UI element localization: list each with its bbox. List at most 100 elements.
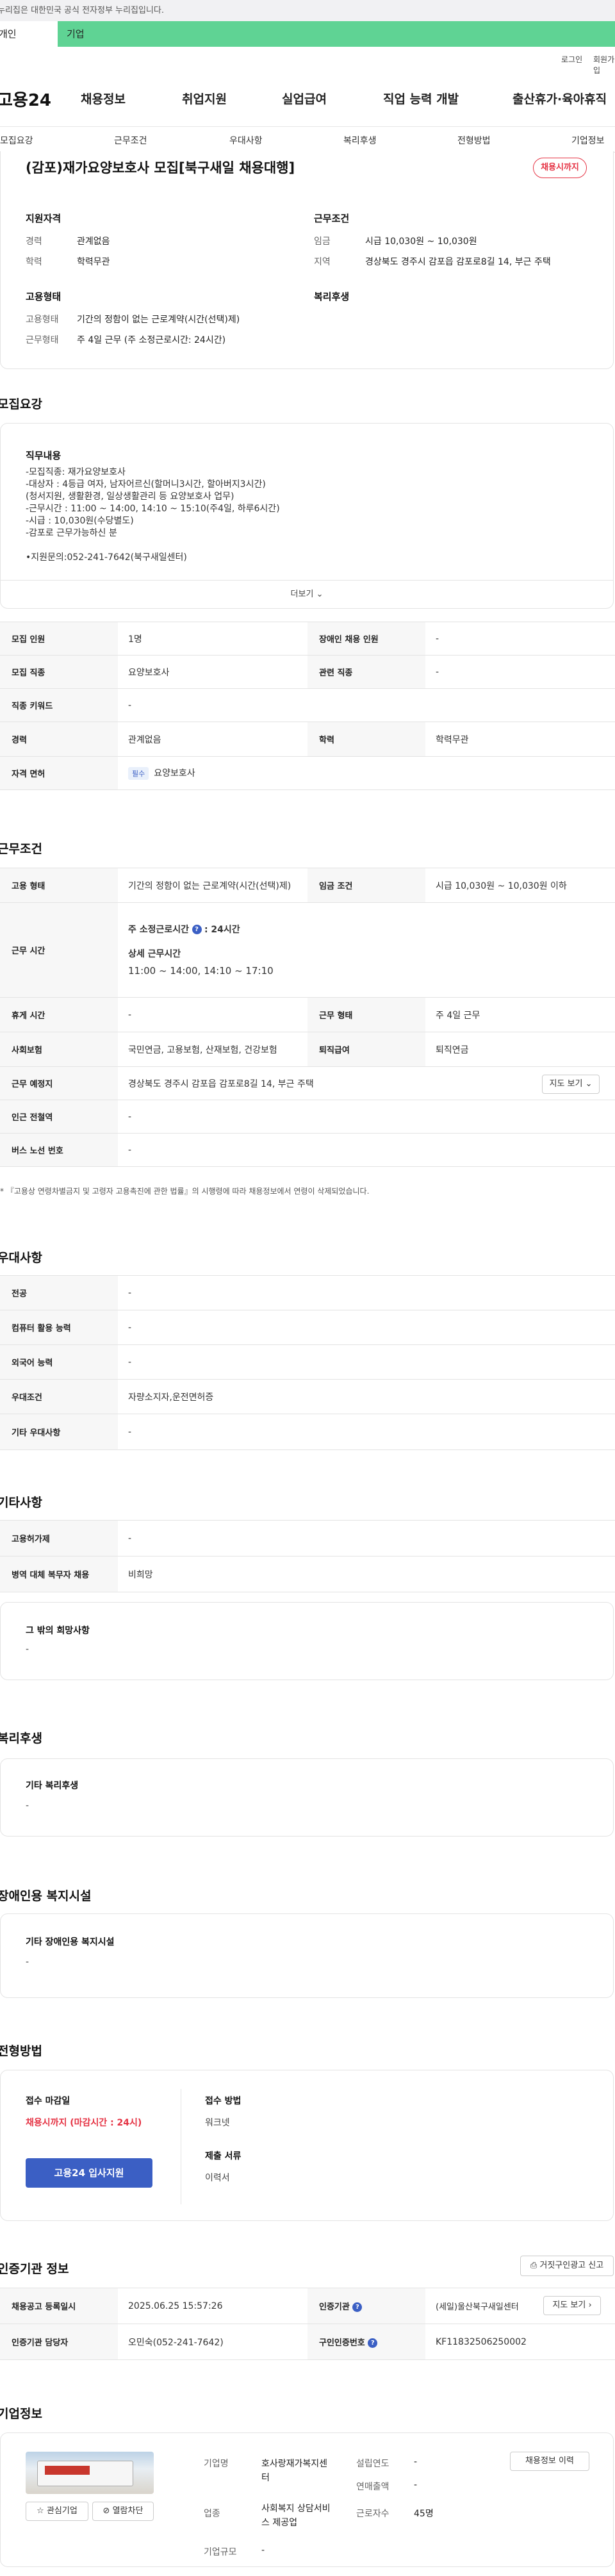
welfare-box-value: - bbox=[26, 1801, 29, 1811]
num-key-label: 구인인증번호 bbox=[319, 2338, 365, 2348]
deadline-heading: 접수 마감일 bbox=[26, 2096, 70, 2106]
section-title-welfare: 복리후생 bbox=[0, 1731, 42, 1746]
gnb-unemployment-benefit[interactable]: 실업급여 bbox=[282, 90, 327, 107]
chevron-right-icon: › bbox=[588, 2300, 592, 2310]
org-cell: (세일)울산북구새일센터 지도 보기 › bbox=[425, 2288, 615, 2324]
org-map-button[interactable]: 지도 보기 › bbox=[543, 2296, 601, 2315]
cell-key: 휴게 시간 bbox=[0, 997, 118, 1032]
cell-value: 자량소지자,운전면허증 bbox=[118, 1379, 615, 1414]
cell-value: - bbox=[118, 1414, 615, 1450]
welfare-box-heading: 기타 복리후생 bbox=[26, 1781, 79, 1791]
info-icon[interactable]: ? bbox=[192, 925, 202, 934]
cell-key: 인근 전철역 bbox=[0, 1100, 118, 1134]
section-title-cert: 인증기관 정보 bbox=[0, 2262, 69, 2276]
map-button[interactable]: 지도 보기 ⌄ bbox=[542, 1075, 600, 1094]
section-title-etc: 기타사항 bbox=[0, 1496, 42, 1510]
table-row: 모집 직종 요양보호사 관련 직종 - bbox=[0, 655, 615, 689]
anchor-process[interactable]: 전형방법 bbox=[457, 134, 491, 147]
gnb-parental-leave[interactable]: 출산휴가·육아휴직 bbox=[512, 90, 607, 107]
other-wish-heading: 그 밖의 희망사항 bbox=[26, 1626, 90, 1636]
emp-heading: 고용형태 bbox=[26, 291, 62, 302]
tab-company[interactable]: 기업 bbox=[58, 21, 186, 47]
map-button-label: 지도 보기 bbox=[549, 1079, 583, 1089]
cell-key: 외국어 능력 bbox=[0, 1344, 118, 1380]
job-history-button[interactable]: 채용정보 이력 bbox=[510, 2452, 589, 2471]
gnb-job-skill[interactable]: 직업 능력 개발 bbox=[383, 90, 459, 107]
table-row: 직종 키워드 - bbox=[0, 688, 615, 722]
chevron-down-icon: ⌄ bbox=[585, 1079, 593, 1089]
info-icon[interactable]: ? bbox=[368, 2338, 378, 2348]
table-row: 기타 우대사항 - bbox=[0, 1414, 615, 1450]
process-card bbox=[0, 2070, 614, 2221]
size-value: - bbox=[261, 2545, 265, 2555]
report-icon: ⎙ bbox=[530, 2261, 537, 2270]
cell-value: - bbox=[118, 688, 615, 722]
cell-key: 근무 시간 bbox=[0, 902, 118, 998]
gnb-job-info[interactable]: 채용정보 bbox=[81, 90, 126, 107]
anchor-company[interactable]: 기업정보 bbox=[571, 134, 605, 147]
cell-key: 근무 예정지 bbox=[0, 1066, 118, 1100]
tab-personal[interactable]: 개인 bbox=[0, 21, 58, 47]
license-value: 요양보호사 bbox=[154, 768, 195, 779]
favorite-company-button[interactable]: ☆ 관심기업 bbox=[26, 2502, 88, 2521]
section-title-disabled: 장애인용 복지시설 bbox=[0, 1889, 92, 1903]
table-row: 고용 형태 기간의 정함이 없는 근로계약(시간(선택)제) 임금 조건 시급 10,… bbox=[0, 868, 615, 903]
size-key: 기업규모 bbox=[204, 2547, 237, 2557]
disabled-card bbox=[0, 1913, 614, 1998]
more-button[interactable]: 더보기 ⌄ bbox=[0, 580, 614, 608]
cell-value: 비희망 bbox=[118, 1556, 615, 1592]
gov-notice-text: 이 누리집은 대한민국 공식 전자정부 누리집입니다. bbox=[0, 6, 164, 15]
cell-value: KF11832506250002 bbox=[425, 2324, 615, 2360]
login-link[interactable]: 로그인 bbox=[561, 54, 582, 65]
etc-table: 고용허가제 - 병역 대체 복무자 채용 비희망 bbox=[0, 1520, 615, 1592]
cell-key: 퇴직급여 bbox=[308, 1032, 425, 1067]
cell-value: 요양보호사 bbox=[118, 655, 308, 689]
favorite-label: 관심기업 bbox=[46, 2506, 78, 2516]
block-label: 열람차단 bbox=[112, 2506, 144, 2516]
report-button[interactable]: ⎙ 거짓구인광고 신고 bbox=[520, 2256, 614, 2276]
license-cell: 필수 요양보호사 bbox=[118, 756, 615, 790]
cell-key: 사회보험 bbox=[0, 1032, 118, 1067]
org-value: (세일)울산북구새일센터 bbox=[436, 2302, 519, 2312]
table-row: 외국어 능력 - bbox=[0, 1344, 615, 1380]
block-view-button[interactable]: ⊘ 열람차단 bbox=[92, 2502, 154, 2521]
anchor-welfare[interactable]: 복리후생 bbox=[343, 134, 377, 147]
cell-key: 컴퓨터 활용 능력 bbox=[0, 1310, 118, 1345]
apply-button[interactable]: 고용24 입사지원 bbox=[26, 2158, 152, 2188]
docs-heading: 제출 서류 bbox=[205, 2151, 242, 2161]
cell-key: 임금 조건 bbox=[308, 868, 425, 903]
cell-key: 전공 bbox=[0, 1275, 118, 1310]
cell-key: 모집 인원 bbox=[0, 622, 118, 656]
sales-key: 연매출액 bbox=[356, 2482, 390, 2492]
van-stripe bbox=[45, 2466, 90, 2475]
other-wish-card bbox=[0, 1602, 614, 1680]
info-icon[interactable]: ? bbox=[352, 2302, 363, 2312]
anchor-work[interactable]: 근무조건 bbox=[114, 134, 147, 147]
table-row: 근무 시간 주 소정근로시간 ? : 24시간 상세 근무시간 11:00 ~ … bbox=[0, 902, 615, 998]
gnb-employment-support[interactable]: 취업지원 bbox=[182, 90, 227, 107]
logo[interactable]: 고용24 bbox=[0, 87, 51, 111]
method-value: 워크넷 bbox=[205, 2118, 230, 2128]
required-tag: 필수 bbox=[128, 767, 149, 780]
anchor-recruit[interactable]: 모집요강 bbox=[0, 134, 33, 147]
anchor-prefer[interactable]: 우대사항 bbox=[229, 134, 263, 147]
report-button-label: 거짓구인광고 신고 bbox=[539, 2261, 604, 2270]
cell-value: - bbox=[118, 1275, 615, 1310]
cell-value: - bbox=[118, 1133, 615, 1167]
cell-key: 장애인 채용 인원 bbox=[308, 622, 425, 656]
table-row: 우대조건 자량소지자,운전면허증 bbox=[0, 1379, 615, 1414]
industry-key: 업종 bbox=[204, 2509, 220, 2519]
cell-value: 오민숙(052-241-7642) bbox=[118, 2324, 308, 2360]
other-wish-value: - bbox=[26, 1644, 29, 1655]
star-icon: ☆ bbox=[37, 2506, 44, 2516]
org-key-label: 인증기관 bbox=[319, 2302, 350, 2312]
cell-value: 시급 10,030원 ~ 10,030원 이하 bbox=[425, 868, 615, 903]
cell-value: 1명 bbox=[118, 622, 308, 656]
org-map-label: 지도 보기 bbox=[552, 2300, 586, 2310]
company-name-value: 호사랑재가복지센터 bbox=[261, 2459, 328, 2483]
cell-value: 2025.06.25 15:57:26 bbox=[118, 2288, 308, 2324]
cell-key: 직종 키워드 bbox=[0, 688, 118, 722]
industry-value: 사회복지 상담서비스 제공업 bbox=[261, 2504, 331, 2528]
section-title-prefer: 우대사항 bbox=[0, 1251, 42, 1265]
section-title-company: 기업정보 bbox=[0, 2407, 42, 2421]
